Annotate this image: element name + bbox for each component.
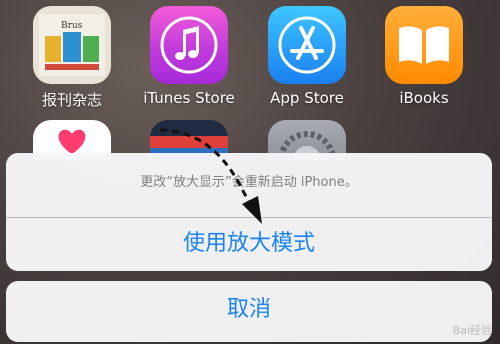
app-app-store[interactable]: App Store: [252, 6, 362, 107]
ibooks-icon: [385, 6, 463, 84]
app-label: iTunes Store: [143, 89, 235, 107]
app-newsstand[interactable]: Brus 报刊杂志: [17, 6, 127, 110]
use-zoomed-button[interactable]: 使用放大模式: [6, 217, 492, 271]
app-label: iBooks: [399, 89, 449, 107]
action-sheet: 更改“放大显示”会重新启动 iPhone。 使用放大模式: [6, 153, 492, 271]
newsstand-icon: Brus: [33, 6, 111, 84]
app-label: App Store: [270, 89, 344, 107]
app-label: 报刊杂志: [41, 91, 102, 109]
itunes-store-icon: [150, 6, 228, 84]
cancel-button[interactable]: 取消: [6, 281, 492, 342]
app-ibooks[interactable]: iBooks: [369, 6, 479, 107]
watermark: Bai经验: [452, 324, 492, 337]
cancel-sheet: 取消: [6, 281, 492, 342]
app-store-icon: [268, 6, 346, 84]
action-sheet-message: 更改“放大显示”会重新启动 iPhone。: [140, 175, 358, 190]
app-itunes-store[interactable]: iTunes Store: [134, 6, 244, 107]
newsstand-tile-text: Brus: [61, 21, 83, 31]
